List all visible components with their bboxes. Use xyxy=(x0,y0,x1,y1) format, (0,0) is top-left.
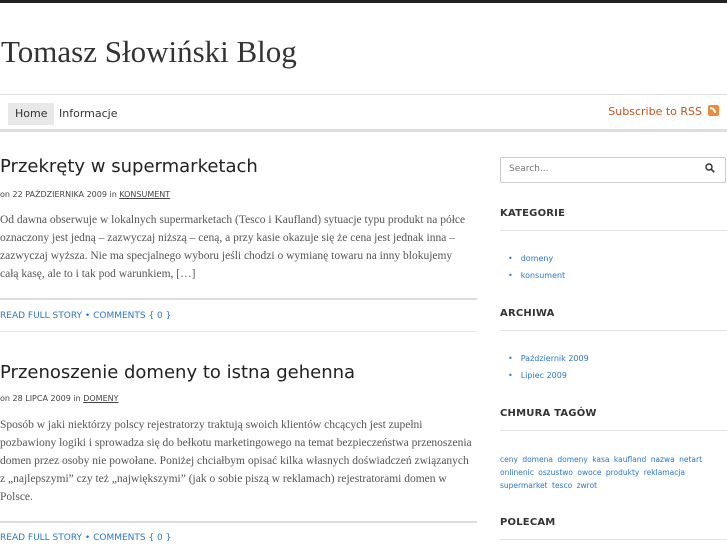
archives-title: ARCHIWA xyxy=(500,308,555,319)
category-link[interactable]: domeny xyxy=(508,250,565,267)
post-meta: on 22 PAŹDZIERNIKA 2009 in KONSUMENT xyxy=(0,190,170,199)
widget-divider xyxy=(500,330,727,331)
subscribe-rss-link[interactable]: Subscribe to RSS xyxy=(608,105,719,118)
post-links: READ FULL STORY • COMMENTS { 0 } xyxy=(0,311,171,321)
post-end-divider xyxy=(0,331,477,332)
tag-link[interactable]: onlinenic xyxy=(500,468,534,477)
widget-divider xyxy=(500,539,727,540)
read-full-story-link[interactable]: READ FULL STORY xyxy=(0,533,82,543)
post-category-link[interactable]: KONSUMENT xyxy=(119,190,170,199)
tag-link[interactable]: tesco xyxy=(552,481,572,490)
top-bar xyxy=(0,0,727,3)
polecam-title: POLECAM xyxy=(500,517,556,528)
tag-link[interactable]: netart xyxy=(679,455,702,464)
read-full-story-link[interactable]: READ FULL STORY xyxy=(0,311,82,321)
archive-link[interactable]: Październik 2009 xyxy=(508,350,589,367)
tag-link[interactable]: kasa xyxy=(592,455,609,464)
post-title[interactable]: Przenoszenie domeny to istna gehenna xyxy=(0,362,355,383)
tag-link[interactable]: produkty xyxy=(606,468,640,477)
post-links: READ FULL STORY • COMMENTS { 0 } xyxy=(0,533,171,543)
post-meta: on 28 LIPCA 2009 in DOMENY xyxy=(0,394,119,403)
separator-dot: • xyxy=(84,533,91,543)
post-excerpt: Sposób w jaki niektórzy polscy rejestrat… xyxy=(0,419,472,503)
search-input[interactable] xyxy=(507,163,701,175)
archive-link[interactable]: Lipiec 2009 xyxy=(508,367,589,384)
widget-divider xyxy=(500,430,727,431)
comments-link[interactable]: COMMENTS { 0 } xyxy=(93,311,171,321)
search-box xyxy=(500,157,726,183)
archives-list: Październik 2009 Lipiec 2009 xyxy=(508,350,589,384)
tag-link[interactable]: supermarket xyxy=(500,481,548,490)
category-link[interactable]: konsument xyxy=(508,267,565,284)
tag-cloud-title: CHMURA TAGÓW xyxy=(500,408,597,419)
comments-link[interactable]: COMMENTS { 0 } xyxy=(93,533,171,543)
tag-link[interactable]: domena xyxy=(522,455,553,464)
tag-link[interactable]: reklamacja xyxy=(644,468,685,477)
separator-dot: • xyxy=(84,311,91,321)
tag-link[interactable]: kaufland xyxy=(614,455,646,464)
post-divider xyxy=(0,521,477,523)
main-nav: Home Informacje Subscribe to RSS xyxy=(0,94,727,132)
widget-divider xyxy=(500,230,727,231)
post-divider xyxy=(0,298,477,300)
post-date: on 22 PAŹDZIERNIKA 2009 in xyxy=(0,190,117,199)
search-icon[interactable] xyxy=(705,163,715,173)
nav-item-home[interactable]: Home xyxy=(8,103,55,125)
tag-link[interactable]: ceny xyxy=(500,455,518,464)
tag-link[interactable]: oszustwo xyxy=(538,468,573,477)
nav-item-informacje[interactable]: Informacje xyxy=(52,103,124,125)
tag-link[interactable]: zwrot xyxy=(577,481,598,490)
tag-cloud: ceny domena domeny kasa kaufland nazwa n… xyxy=(500,453,726,492)
post-title[interactable]: Przekręty w supermarketach xyxy=(0,156,258,177)
subscribe-rss-label[interactable]: Subscribe to RSS xyxy=(608,105,702,118)
categories-list: domeny konsument xyxy=(508,250,565,284)
tag-link[interactable]: nazwa xyxy=(651,455,675,464)
categories-title: KATEGORIE xyxy=(500,208,566,219)
post-category-link[interactable]: DOMENY xyxy=(83,394,118,403)
tag-link[interactable]: domeny xyxy=(557,455,587,464)
site-title[interactable]: Tomasz Słowiński Blog xyxy=(1,34,297,70)
post-date: on 28 LIPCA 2009 in xyxy=(0,394,81,403)
post-excerpt: Od dawna obserwuje w lokalnych supermark… xyxy=(0,214,466,280)
rss-icon[interactable] xyxy=(708,105,719,116)
tag-link[interactable]: owoce xyxy=(577,468,601,477)
